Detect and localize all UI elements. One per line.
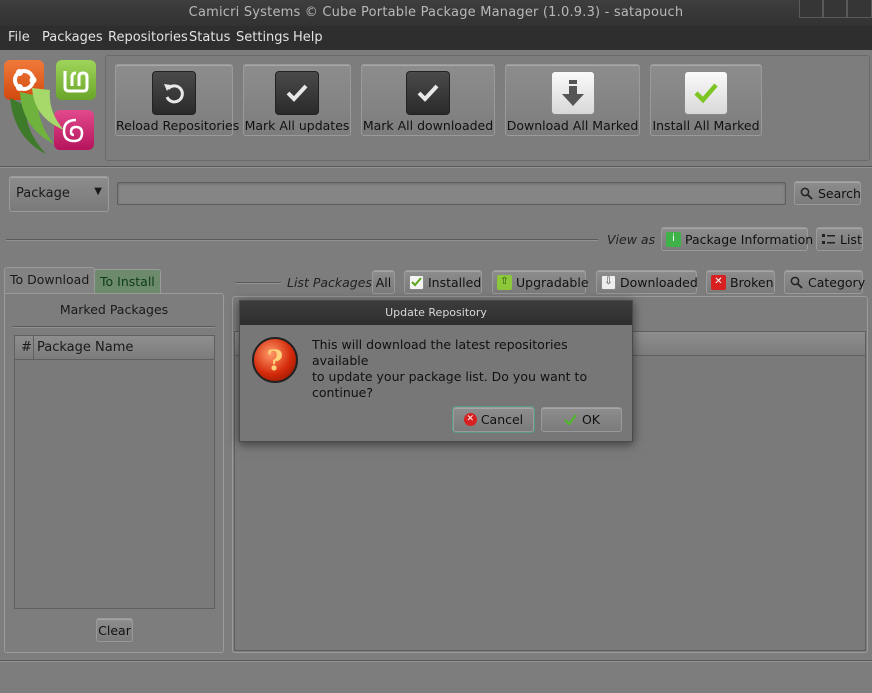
search-input[interactable] — [117, 182, 786, 205]
app-logo — [4, 60, 98, 156]
toolbar: Reload Repositories Mark All updates Mar… — [105, 55, 870, 161]
list-packages-label: List Packages — [287, 275, 372, 290]
filter-upgradable-button[interactable]: ⇧ Upgradable — [492, 270, 589, 294]
minimize-button[interactable] — [799, 0, 823, 18]
filter-all-button[interactable]: All — [372, 270, 395, 294]
dialog-title: Update Repository — [240, 301, 632, 325]
ok-button[interactable]: OK — [541, 407, 622, 432]
menu-repositories[interactable]: Repositories — [108, 30, 188, 45]
check-icon — [406, 71, 450, 115]
check-icon — [275, 71, 319, 115]
mark-all-downloaded-button[interactable]: Mark All downloaded — [361, 64, 495, 136]
filter-downloaded-button[interactable]: ⇩ Downloaded — [596, 270, 698, 294]
status-divider — [0, 660, 872, 661]
column-package-name[interactable]: Package Name — [37, 340, 133, 355]
info-icon: i — [666, 231, 681, 247]
menu-file[interactable]: File — [8, 30, 30, 45]
marked-packages-table[interactable]: # Package Name — [14, 335, 215, 609]
menu-settings[interactable]: Settings — [236, 30, 289, 45]
table-header: # Package Name — [15, 336, 214, 360]
menu-packages[interactable]: Packages — [42, 30, 103, 45]
search-icon — [789, 275, 804, 290]
maximize-button[interactable] — [823, 0, 847, 18]
column-number[interactable]: # — [21, 340, 32, 355]
update-repository-dialog: Update Repository ? This will download t… — [239, 300, 633, 442]
download-arrow-icon — [550, 71, 595, 115]
marked-packages-title: Marked Packages — [59, 302, 169, 317]
mark-all-updates-button[interactable]: Mark All updates — [243, 64, 351, 136]
package-information-button[interactable]: i Package Information — [661, 227, 813, 251]
menu-bar: File Packages Repositories Status Settin… — [0, 26, 872, 50]
tab-to-download[interactable]: To Download — [4, 267, 96, 293]
search-button[interactable]: Search — [794, 181, 861, 205]
view-divider — [6, 239, 598, 240]
download-arrow-icon: ⇩ — [601, 274, 616, 290]
download-all-marked-button[interactable]: Download All Marked — [505, 64, 640, 136]
title-bar: Camicri Systems © Cube Portable Package … — [0, 0, 872, 26]
marked-packages-panel: Marked Packages # Package Name Clear — [4, 293, 224, 653]
chevron-down-icon: ▼ — [94, 186, 102, 197]
search-icon — [799, 186, 814, 201]
cancel-icon: ✕ — [463, 413, 477, 426]
menu-status[interactable]: Status — [189, 30, 230, 45]
divider — [0, 166, 872, 167]
green-check-icon — [684, 71, 728, 115]
broken-x-icon: ✕ — [711, 274, 726, 290]
filter-category-button[interactable]: Category — [784, 270, 865, 294]
question-icon: ? — [252, 337, 298, 383]
list-view-button[interactable]: List — [816, 227, 863, 251]
clear-button[interactable]: Clear — [96, 618, 133, 642]
window-title: Camicri Systems © Cube Portable Package … — [188, 5, 684, 20]
cancel-button[interactable]: ✕ Cancel — [453, 407, 534, 432]
tab-to-install[interactable]: To Install — [94, 269, 161, 293]
filter-installed-button[interactable]: Installed — [404, 270, 482, 294]
filter-divider — [235, 282, 281, 283]
view-as-label: View as — [607, 232, 656, 247]
filter-broken-button[interactable]: ✕ Broken — [706, 270, 775, 294]
reload-repositories-button[interactable]: Reload Repositories — [115, 64, 239, 136]
search-type-combo[interactable]: Package ▼ — [9, 176, 109, 212]
green-check-icon — [563, 412, 578, 427]
divider — [13, 326, 215, 327]
install-all-marked-button[interactable]: Install All Marked — [650, 64, 762, 136]
reload-icon — [152, 71, 196, 115]
green-check-icon — [409, 274, 424, 290]
close-button[interactable] — [847, 0, 872, 18]
dialog-message: This will download the latest repositori… — [312, 337, 588, 400]
upgrade-arrow-icon: ⇧ — [497, 274, 512, 290]
cube-leaf-icon — [10, 88, 64, 154]
menu-help[interactable]: Help — [293, 30, 323, 45]
list-icon — [821, 232, 836, 247]
